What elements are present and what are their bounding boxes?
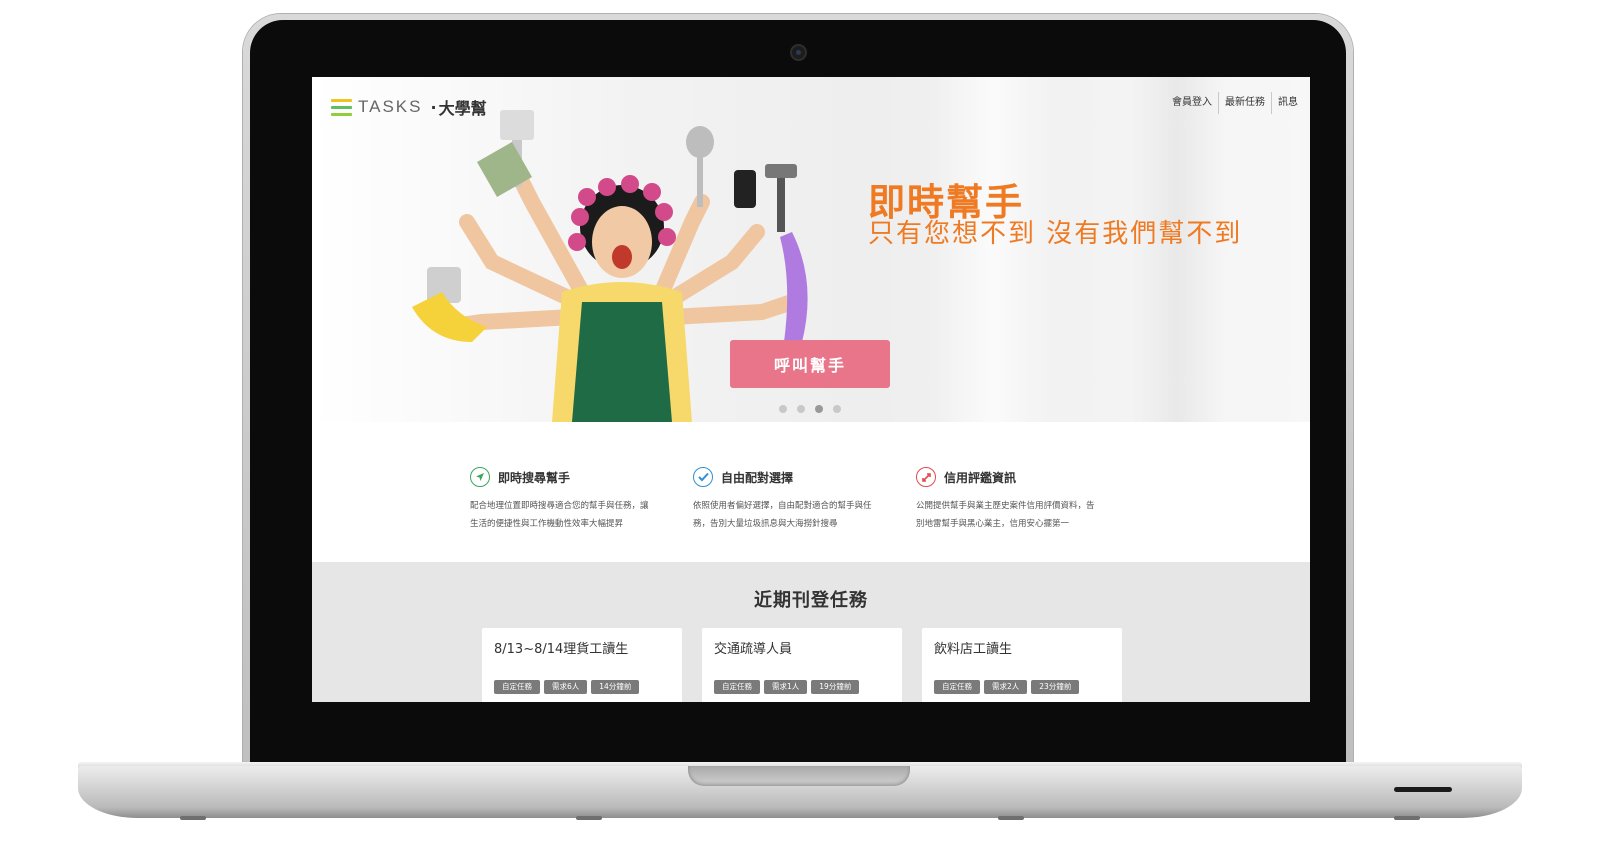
feature-item: 信用評鑑資訊 公開提供幫手與業主歷史案件信用評價資料，告 別地雷幫手與黑心業主，… [916,467,1136,533]
logo-stripes-icon [331,98,352,116]
task-card-title: 8/13~8/14理貨工讀生 [494,642,629,657]
task-time-tag: 19分鐘前 [811,680,860,694]
task-time-tag: 23分鐘前 [1031,680,1080,694]
features-section: 即時搜尋幫手 配合地理位置即時搜尋適合您的幫手與任務，讓 生活的便捷性與工作機動… [312,422,1310,562]
task-type-tag: 自定任務 [714,680,760,694]
feature-description: 依照使用者偏好選擇，自由配對適合的幫手與任 務，告別大量垃圾訊息與大海撈針搜尋 [693,501,872,529]
laptop-foot [576,816,602,820]
feature-title: 信用評鑑資訊 [944,470,1017,485]
feature-description: 配合地理位置即時搜尋適合您的幫手與任務，讓 生活的便捷性與工作機動性效率大幅提昇 [470,501,649,529]
nav-messages-link[interactable]: 訊息 [1271,92,1304,114]
top-navigation: 會員登入 最新任務 訊息 [1166,92,1304,114]
task-type-tag: 自定任務 [494,680,540,694]
hero-banner: TASKS · 大學幫 會員登入 最新任務 訊息 即時幫手 只有您想不到 沒有我… [312,77,1310,422]
feature-title: 自由配對選擇 [721,470,794,485]
feature-item: 即時搜尋幫手 配合地理位置即時搜尋適合您的幫手與任務，讓 生活的便捷性與工作機動… [470,467,690,533]
website-screen: TASKS · 大學幫 會員登入 最新任務 訊息 即時幫手 只有您想不到 沒有我… [312,77,1310,702]
carousel-dot[interactable] [779,405,787,413]
task-card[interactable]: 飲料店工讀生 自定任務 需求2人 23分鐘前 [922,628,1122,702]
laptop-slot [1394,787,1452,792]
section-title: 近期刊登任務 [754,590,868,611]
task-tags: 自定任務 需求6人 14分鐘前 [494,680,643,694]
laptop-foot [998,816,1024,820]
task-tags: 自定任務 需求2人 23分鐘前 [934,680,1083,694]
brand-subname: 大學幫 [438,99,487,118]
webcam-icon [790,44,807,61]
task-type-tag: 自定任務 [934,680,980,694]
site-logo[interactable]: TASKS · 大學幫 [331,95,487,119]
recent-tasks-section: 近期刊登任務 8/13~8/14理貨工讀生 自定任務 需求6人 14分鐘前 交通… [312,562,1310,702]
laptop-foot [180,816,206,820]
task-time-tag: 14分鐘前 [591,680,640,694]
carousel-dot[interactable] [833,405,841,413]
task-demand-tag: 需求1人 [764,680,808,694]
nav-latest-tasks-link[interactable]: 最新任務 [1218,92,1271,114]
checkmark-icon [693,467,713,487]
task-card-title: 交通疏導人員 [714,642,793,657]
laptop-foot [1394,816,1420,820]
call-helper-button[interactable]: 呼叫幫手 [730,340,890,388]
task-card[interactable]: 交通疏導人員 自定任務 需求1人 19分鐘前 [702,628,902,702]
task-demand-tag: 需求2人 [984,680,1028,694]
handshake-icon [916,467,936,487]
navigation-arrow-icon [470,467,490,487]
task-tags: 自定任務 需求1人 19分鐘前 [714,680,863,694]
task-card[interactable]: 8/13~8/14理貨工讀生 自定任務 需求6人 14分鐘前 [482,628,682,702]
nav-login-link[interactable]: 會員登入 [1166,92,1218,114]
task-card-title: 飲料店工讀生 [934,642,1013,657]
carousel-dot[interactable] [797,405,805,413]
carousel-pagination [779,405,851,413]
brand-name: TASKS [358,97,423,116]
brand-separator: · [430,97,437,117]
hero-subtitle: 只有您想不到 沒有我們幫不到 [868,219,1243,249]
task-demand-tag: 需求6人 [544,680,588,694]
feature-item: 自由配對選擇 依照使用者偏好選擇，自由配對適合的幫手與任 務，告別大量垃圾訊息與… [693,467,913,533]
feature-description: 公開提供幫手與業主歷史案件信用評價資料，告 別地雷幫手與黑心業主，信用安心擺第一 [916,501,1095,529]
laptop-hinge-notch [688,766,910,786]
feature-title: 即時搜尋幫手 [498,470,571,485]
carousel-dot-active[interactable] [815,405,823,413]
